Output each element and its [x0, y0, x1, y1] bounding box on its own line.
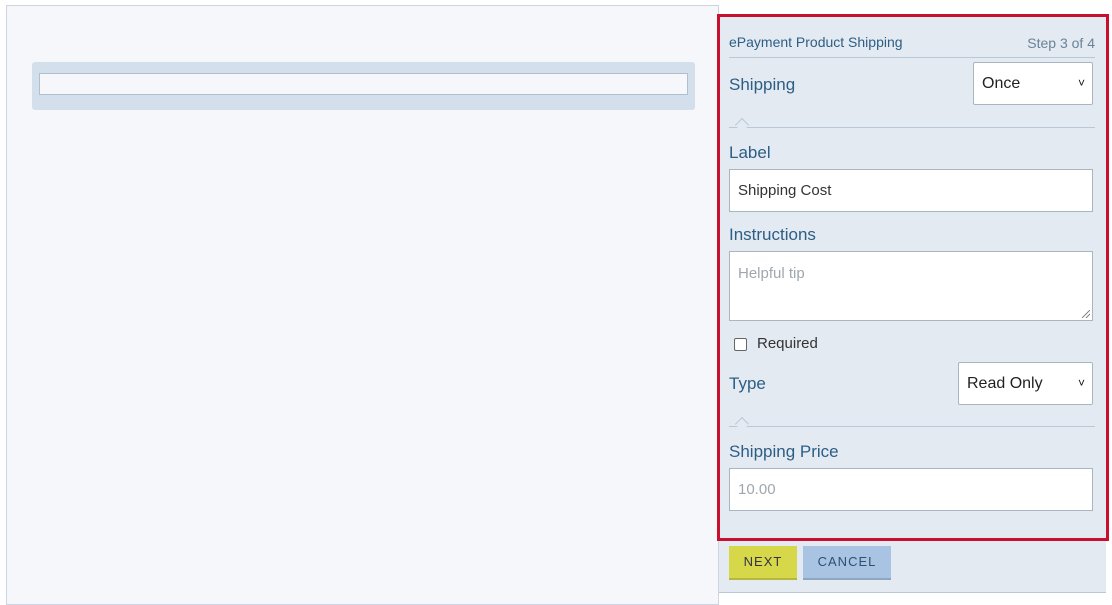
- label-field-label: Label: [729, 143, 771, 162]
- cancel-button[interactable]: CANCEL: [803, 546, 891, 580]
- chevron-down-icon: ˅: [1077, 76, 1085, 90]
- type-label: Type: [729, 374, 766, 393]
- shipping-price-input[interactable]: 10.00: [729, 468, 1093, 511]
- required-label: Required: [757, 335, 818, 352]
- chevron-down-icon: ˅: [1077, 376, 1085, 390]
- step-indicator: Step 3 of 4: [1027, 35, 1095, 51]
- next-button[interactable]: NEXT: [729, 546, 797, 580]
- form-canvas: [6, 5, 719, 605]
- panel-footer: NEXT CANCEL: [719, 541, 1106, 593]
- panel-header: ePayment Product Shipping Step 3 of 4: [729, 34, 1095, 58]
- field-settings-panel: ePayment Product Shipping Step 3 of 4 Sh…: [717, 14, 1109, 541]
- instructions-placeholder: Helpful tip: [738, 265, 805, 282]
- canvas-field-row[interactable]: [32, 62, 695, 110]
- shipping-price-label: Shipping Price: [729, 442, 839, 461]
- instructions-label: Instructions: [729, 225, 816, 244]
- label-input[interactable]: Shipping Cost: [729, 169, 1093, 212]
- panel-title: ePayment Product Shipping: [729, 34, 903, 50]
- instructions-textarea[interactable]: Helpful tip: [729, 251, 1093, 321]
- section-divider: [729, 117, 1095, 133]
- shipping-label: Shipping: [729, 75, 796, 94]
- canvas-field-input[interactable]: [39, 73, 688, 95]
- shipping-price-placeholder: 10.00: [738, 481, 776, 498]
- resize-grip-icon[interactable]: [1082, 310, 1090, 318]
- shipping-select[interactable]: Once ˅: [973, 62, 1093, 105]
- type-select[interactable]: Read Only ˅: [958, 362, 1093, 405]
- required-checkbox[interactable]: [734, 338, 747, 351]
- section-divider: [729, 416, 1095, 432]
- label-input-value: Shipping Cost: [738, 182, 832, 199]
- shipping-select-value: Once: [982, 75, 1021, 92]
- type-select-value: Read Only: [967, 375, 1043, 392]
